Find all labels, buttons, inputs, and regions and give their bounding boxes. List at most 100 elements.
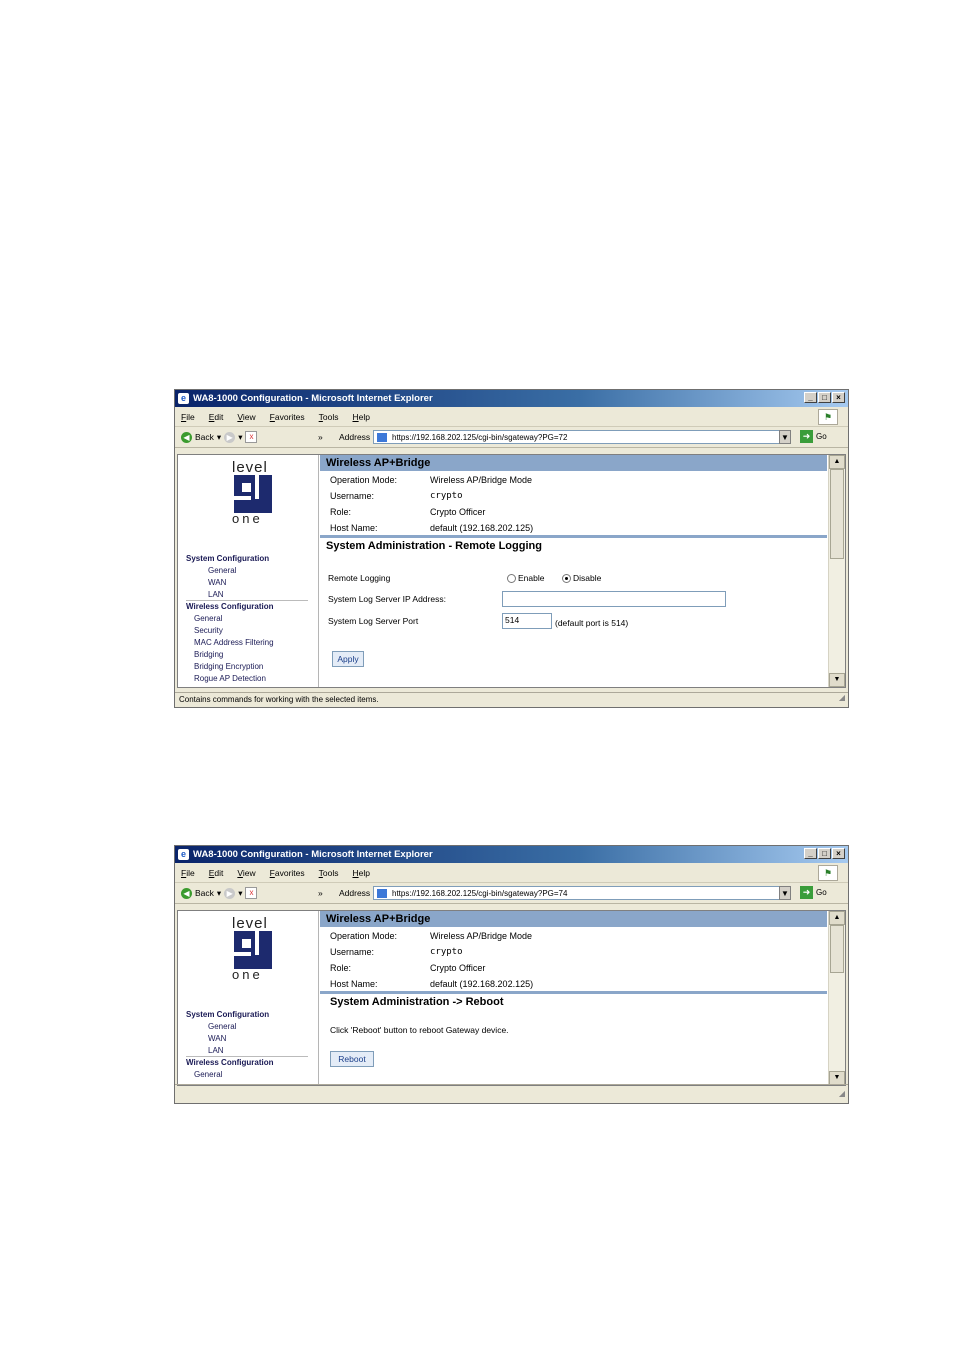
nav-item-general[interactable]: General	[208, 1022, 236, 1031]
title-bar: e WA8-1000 Configuration - Microsoft Int…	[175, 390, 848, 407]
title-bar: e WA8-1000 Configuration - Microsoft Int…	[175, 846, 848, 863]
logo-level-text: level	[232, 915, 268, 932]
server-ip-input[interactable]	[502, 591, 726, 607]
apply-button[interactable]: Apply	[332, 651, 364, 667]
resize-grip-icon[interactable]: ◢	[839, 1087, 845, 1101]
disable-radio[interactable]	[562, 574, 571, 584]
windows-flag-icon: ⚑	[818, 865, 838, 881]
menu-file[interactable]: File	[181, 412, 195, 422]
nav-heading-system: System Configuration	[186, 554, 270, 563]
stop-icon[interactable]: x	[245, 431, 258, 443]
close-icon[interactable]: ×	[832, 392, 845, 403]
forward-arrow-icon[interactable]: ▶	[224, 887, 236, 899]
menu-favorites[interactable]: Favorites	[270, 412, 305, 422]
chevron-down-icon[interactable]: ▾	[217, 888, 221, 899]
username-value: crypto	[430, 947, 463, 957]
maximize-icon[interactable]: □	[818, 848, 831, 859]
menu-help[interactable]: Help	[352, 412, 369, 422]
nav-item-wan[interactable]: WAN	[208, 578, 226, 587]
menu-tools[interactable]: Tools	[319, 412, 339, 422]
ie-icon: e	[178, 393, 189, 404]
toolbar: ◀ Back ▾ ▶ ▾ x » Address https://192.168…	[175, 427, 848, 448]
logo-level-text: level	[232, 459, 268, 476]
page-title: Wireless AP+Bridge	[320, 911, 827, 927]
disable-option[interactable]: Disable	[562, 573, 602, 584]
logo-one-text: one	[232, 511, 263, 526]
logo-grid-icon	[234, 931, 272, 969]
reboot-button[interactable]: Reboot	[330, 1051, 374, 1067]
page-title: Wireless AP+Bridge	[320, 455, 827, 471]
chevron-down-icon[interactable]: ▾	[217, 432, 221, 443]
nav-item-bridging-encryption[interactable]: Bridging Encryption	[194, 662, 263, 671]
menu-tools[interactable]: Tools	[319, 868, 339, 878]
main-panel: Wireless AP+Bridge Operation Mode: Wirel…	[320, 911, 827, 1085]
scroll-thumb[interactable]	[830, 925, 844, 973]
server-port-input[interactable]: 514	[502, 613, 552, 629]
role-label: Role:	[330, 963, 352, 973]
chevron-down-icon[interactable]: ▾	[238, 432, 242, 443]
op-mode-value: Wireless AP/Bridge Mode	[430, 931, 533, 941]
close-icon[interactable]: ×	[832, 848, 845, 859]
resize-grip-icon[interactable]: ◢	[839, 691, 845, 705]
nav-item-wan[interactable]: WAN	[208, 1034, 226, 1043]
maximize-icon[interactable]: □	[818, 392, 831, 403]
back-button[interactable]: ◀ Back ▾ ▶ ▾ x	[181, 431, 258, 443]
menu-file[interactable]: File	[181, 868, 195, 878]
nav-item-mac-filtering[interactable]: MAC Address Filtering	[194, 638, 274, 647]
nav-item-lan[interactable]: LAN	[208, 590, 224, 599]
enable-radio[interactable]	[507, 574, 516, 584]
op-mode-label: Operation Mode:	[330, 475, 398, 485]
toolbar-more-icon[interactable]: »	[318, 432, 323, 442]
go-button[interactable]: ➜ Go	[800, 886, 827, 899]
nav-item-wireless-general[interactable]: General	[194, 1070, 222, 1079]
page-icon	[377, 889, 387, 898]
menu-edit[interactable]: Edit	[209, 412, 224, 422]
nav-item-rogue-ap[interactable]: Rogue AP Detection	[194, 674, 266, 683]
disable-label: Disable	[573, 573, 602, 583]
nav-heading-wireless: Wireless Configuration	[186, 602, 274, 611]
stop-icon[interactable]: x	[245, 887, 258, 899]
address-label: Address	[339, 888, 371, 898]
vertical-scrollbar[interactable]: ▲ ▼	[828, 911, 845, 1085]
nav-item-lan[interactable]: LAN	[208, 1046, 224, 1055]
address-dropdown-icon[interactable]: ▼	[779, 430, 791, 444]
menu-view[interactable]: View	[237, 868, 255, 878]
toolbar-more-icon[interactable]: »	[318, 888, 323, 898]
go-button[interactable]: ➜ Go	[800, 430, 827, 443]
nav-item-wireless-general[interactable]: General	[194, 614, 222, 623]
scroll-thumb[interactable]	[830, 469, 844, 559]
menu-bar: File Edit View Favorites Tools Help ⚑	[175, 407, 848, 427]
ie-icon: e	[178, 849, 189, 860]
forward-arrow-icon[interactable]: ▶	[224, 431, 236, 443]
host-value: default (192.168.202.125)	[430, 979, 534, 989]
address-bar[interactable]: https://192.168.202.125/cgi-bin/sgateway…	[373, 886, 783, 900]
menu-favorites[interactable]: Favorites	[270, 868, 305, 878]
vertical-scrollbar[interactable]: ▲ ▼	[828, 455, 845, 687]
menu-view[interactable]: View	[237, 412, 255, 422]
host-label: Host Name:	[330, 979, 378, 989]
scroll-down-icon[interactable]: ▼	[829, 1071, 845, 1085]
scroll-up-icon[interactable]: ▲	[829, 455, 845, 469]
nav-item-bridging[interactable]: Bridging	[194, 650, 223, 659]
levelone-logo: level one	[232, 459, 274, 526]
enable-option[interactable]: Enable	[507, 573, 544, 584]
minimize-icon[interactable]: _	[804, 848, 817, 859]
back-arrow-icon: ◀	[181, 431, 192, 443]
remote-logging-label: Remote Logging	[328, 573, 391, 583]
scroll-up-icon[interactable]: ▲	[829, 911, 845, 925]
scroll-down-icon[interactable]: ▼	[829, 673, 845, 687]
address-bar[interactable]: https://192.168.202.125/cgi-bin/sgateway…	[373, 430, 783, 444]
menu-help[interactable]: Help	[352, 868, 369, 878]
back-label: Back	[195, 888, 214, 898]
minimize-icon[interactable]: _	[804, 392, 817, 403]
address-dropdown-icon[interactable]: ▼	[779, 886, 791, 900]
back-button[interactable]: ◀ Back ▾ ▶ ▾ x	[181, 887, 258, 899]
logo-grid-icon	[234, 475, 272, 513]
window-title: WA8-1000 Configuration - Microsoft Inter…	[193, 849, 433, 860]
op-mode-value: Wireless AP/Bridge Mode	[430, 475, 533, 485]
menu-edit[interactable]: Edit	[209, 868, 224, 878]
chevron-down-icon[interactable]: ▾	[238, 888, 242, 899]
nav-item-security[interactable]: Security	[194, 626, 223, 635]
nav-item-general[interactable]: General	[208, 566, 236, 575]
main-panel: Wireless AP+Bridge Operation Mode: Wirel…	[320, 455, 827, 687]
